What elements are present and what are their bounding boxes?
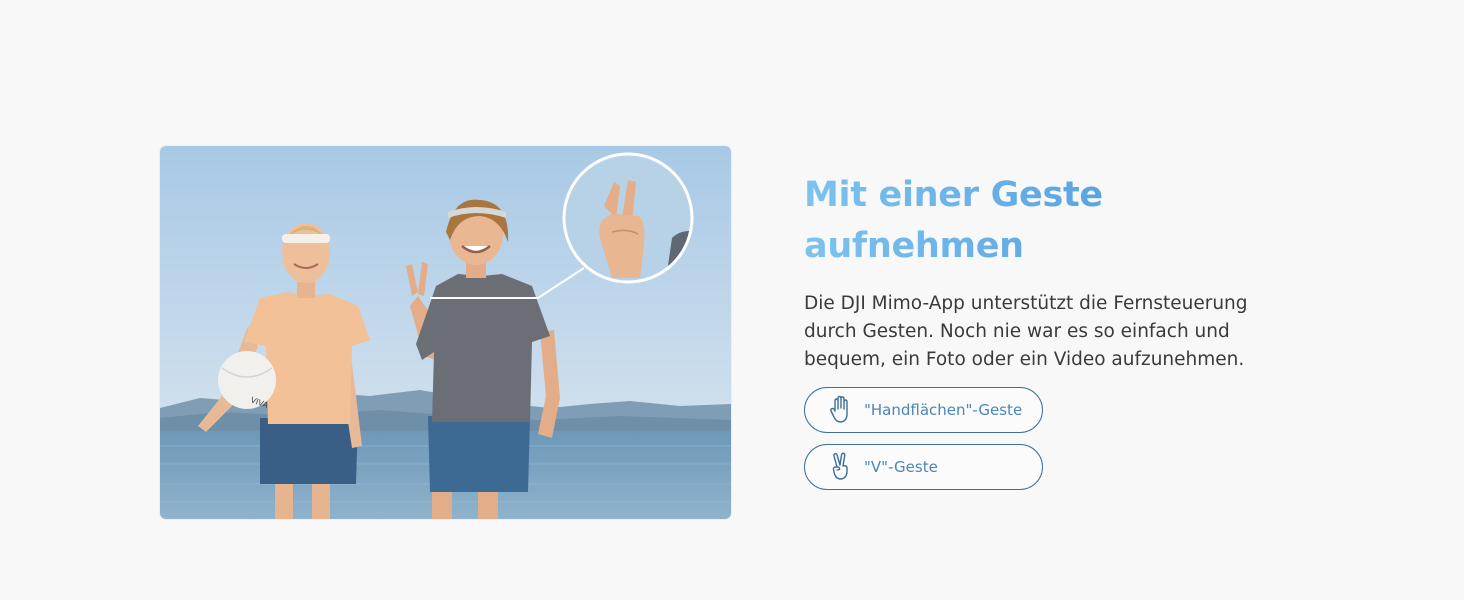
palm-hand-icon (828, 395, 854, 425)
v-gesture-label: "V"-Geste (864, 458, 938, 476)
v-gesture-button[interactable]: "V"-Geste (804, 444, 1043, 490)
feature-headline: Mit einer Geste aufnehmen (804, 170, 1324, 272)
palm-gesture-label: "Handflächen"-Geste (864, 401, 1023, 419)
headline-line-1: Mit einer Geste (804, 175, 1103, 215)
v-sign-hand-icon (828, 452, 854, 482)
gesture-photo: VIVA (160, 146, 731, 519)
palm-gesture-button[interactable]: "Handflächen"-Geste (804, 387, 1043, 433)
feature-text-block: Mit einer Geste aufnehmen Die DJI Mimo-A… (804, 170, 1324, 374)
feature-description: Die DJI Mimo-App unterstützt die Fernste… (804, 293, 1248, 370)
headline-line-2: aufnehmen (804, 226, 1024, 266)
